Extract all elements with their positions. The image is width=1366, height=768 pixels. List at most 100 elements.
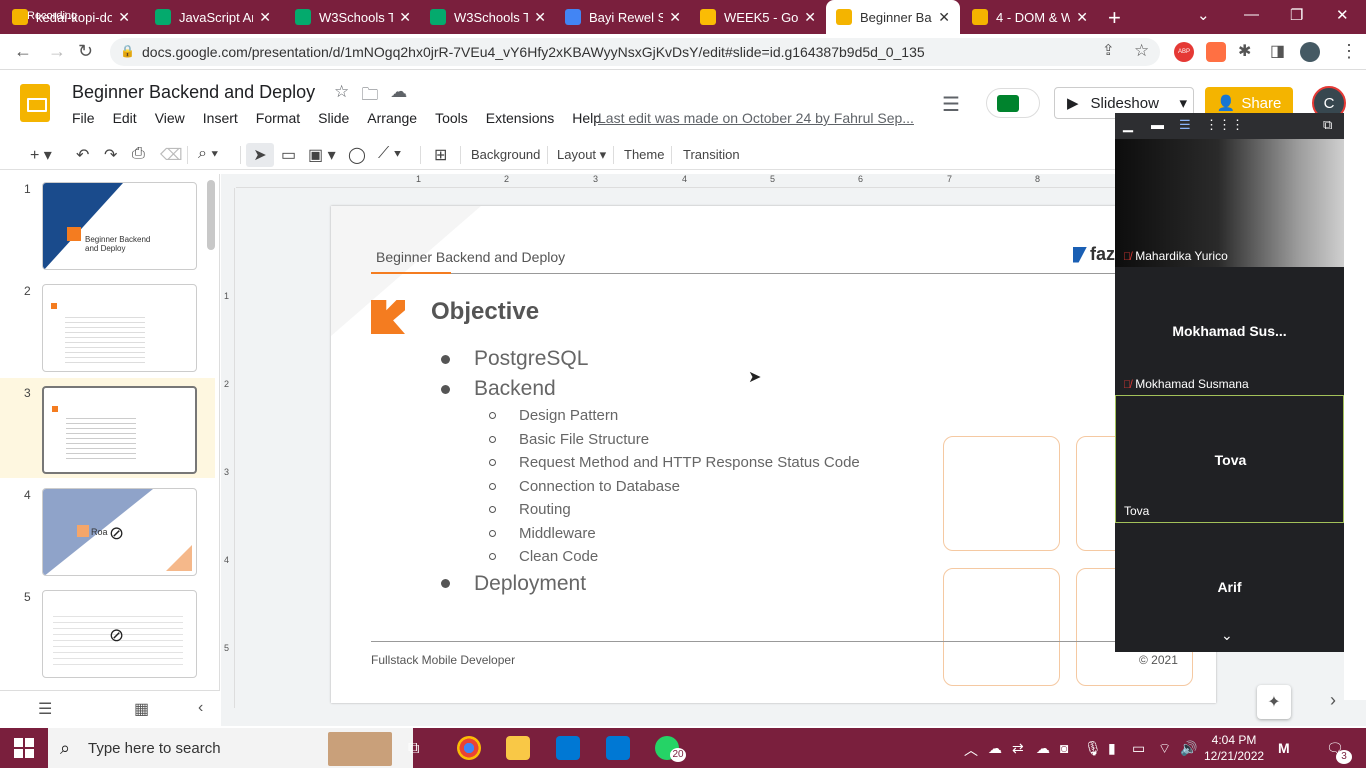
browser-tab[interactable]: WEEK5 - Goo ✕ [690, 0, 826, 34]
close-icon[interactable]: ✕ [1076, 9, 1088, 26]
slide-thumbnail[interactable]: Beginner Backend and Deploy [42, 182, 197, 270]
menu-extensions[interactable]: Extensions [486, 110, 563, 126]
text-box-icon[interactable]: ▭ [281, 145, 296, 165]
paint-format-icon[interactable]: ⌫ [160, 145, 183, 165]
store-icon[interactable] [556, 736, 580, 760]
filmstrip-item-selected[interactable]: 3 [0, 378, 215, 478]
chevron-down-icon[interactable]: ⌄ [1221, 627, 1233, 644]
cloud-status-icon[interactable]: ☁ [390, 82, 407, 111]
profile-avatar[interactable] [1300, 42, 1320, 62]
comments-icon[interactable]: ☰ [942, 92, 960, 117]
theme-button[interactable]: Theme [624, 147, 664, 162]
collapse-panel-icon[interactable]: ‹ [198, 699, 203, 717]
undo-icon[interactable]: ↶ [76, 145, 89, 165]
display-icon[interactable]: ▭ [1132, 740, 1145, 757]
star-icon[interactable]: ☆ [334, 82, 349, 111]
extension-icon[interactable] [1206, 42, 1226, 62]
onedrive-icon[interactable]: ☁ [1036, 740, 1050, 757]
layout-small-icon[interactable]: ▬ [1151, 117, 1164, 132]
filmstrip-scrollbar[interactable] [207, 180, 215, 250]
close-icon[interactable]: ✕ [399, 9, 411, 26]
transfer-icon[interactable]: ⇄ [1012, 740, 1024, 757]
close-icon[interactable]: ✕ [669, 9, 681, 26]
menu-edit[interactable]: Edit [113, 110, 146, 126]
adblock-icon[interactable]: ABP [1174, 42, 1194, 62]
explore-icon[interactable]: ✦ [1257, 685, 1291, 719]
grid-view-icon[interactable]: ▦ [134, 699, 149, 719]
system-clock[interactable]: 4:04 PM 12/21/2022 [1204, 732, 1264, 764]
usb-icon[interactable]: ▮ [1108, 740, 1116, 757]
back-icon[interactable]: ← [14, 41, 32, 62]
browser-tab[interactable]: W3Schools Tr ✕ [420, 0, 556, 34]
close-icon[interactable]: ✕ [259, 9, 271, 26]
layout-button[interactable]: Layout ▾ [557, 147, 606, 163]
filmstrip-item[interactable]: 4 Roa ⊘ [0, 480, 215, 580]
menu-file[interactable]: File [72, 110, 104, 126]
menu-slide[interactable]: Slide [318, 110, 358, 126]
bullet-list[interactable]: PostgreSQL Backend Design Pattern Basic … [441, 344, 860, 599]
browser-tab[interactable]: W3Schools Tr ✕ [285, 0, 421, 34]
mail-icon[interactable] [606, 736, 630, 760]
close-icon[interactable]: ✕ [938, 9, 950, 26]
volume-icon[interactable]: 🔊 [1180, 740, 1197, 757]
layout-sidebar-icon[interactable]: ☰ [1179, 117, 1191, 133]
forward-icon[interactable]: → [48, 41, 66, 62]
filmstrip-item[interactable]: 2 [0, 276, 215, 376]
close-icon[interactable]: ✕ [534, 9, 546, 26]
current-slide[interactable]: Beginner Backend and Deploy faz Objectiv… [331, 206, 1216, 703]
meet-button[interactable] [986, 88, 1040, 118]
participant-tile[interactable]: Mokhamad Sus... 🎙̸ Mokhamad Susmana [1115, 267, 1344, 395]
meet-tray-icon[interactable]: M [1278, 740, 1290, 756]
background-button[interactable]: Background [471, 147, 540, 162]
browser-tab[interactable]: JavaScript Ar ✕ [145, 0, 281, 34]
puzzle-icon[interactable]: ✱ [1238, 41, 1251, 61]
menu-insert[interactable]: Insert [203, 110, 247, 126]
address-bar[interactable]: 🔒 docs.google.com/presentation/d/1mNOgq2… [110, 38, 1160, 66]
slides-logo-icon[interactable] [20, 84, 50, 122]
chevron-down-icon[interactable]: ▾ [1179, 94, 1187, 112]
close-window-icon[interactable]: ✕ [1336, 6, 1349, 24]
file-explorer-icon[interactable] [506, 736, 530, 760]
restore-icon[interactable]: ❐ [1290, 6, 1303, 24]
chevron-up-icon[interactable]: ︿ [964, 740, 978, 760]
filmstrip-item[interactable]: 1 Beginner Backend and Deploy [0, 174, 215, 274]
redo-icon[interactable]: ↷ [104, 145, 117, 165]
camera-icon[interactable]: ◙ [1060, 740, 1068, 756]
move-folder-icon[interactable]: 🗀 [361, 82, 378, 111]
slide-thumbnail[interactable] [42, 386, 197, 474]
new-tab-icon[interactable]: + [1108, 5, 1121, 31]
minimize-icon[interactable]: ▁ [1123, 117, 1133, 133]
minimize-icon[interactable]: — [1244, 6, 1259, 23]
select-cursor-icon[interactable]: ➤ [246, 143, 274, 167]
close-icon[interactable]: ✕ [804, 9, 816, 26]
slide-thumbnail[interactable]: ⊘ [42, 590, 197, 678]
document-title[interactable]: Beginner Backend and Deploy [72, 82, 315, 103]
browser-tab[interactable]: 4 - DOM & W ✕ [962, 0, 1098, 34]
menu-tools[interactable]: Tools [435, 110, 477, 126]
list-view-icon[interactable]: ☰ [38, 699, 52, 719]
windows-start-icon[interactable] [14, 738, 34, 758]
menu-format[interactable]: Format [256, 110, 309, 126]
transition-button[interactable]: Transition [683, 147, 740, 162]
share-page-icon[interactable]: ⇪ [1102, 41, 1115, 59]
cloud-icon[interactable]: ☁ [988, 740, 1002, 757]
menu-arrange[interactable]: Arrange [367, 110, 426, 126]
chrome-icon[interactable] [457, 736, 481, 760]
line-icon[interactable]: ⟋ ▾ [378, 145, 401, 163]
zoom-icon[interactable]: ⌕ ▾ [198, 145, 218, 163]
pop-out-icon[interactable]: ⧉ [1323, 117, 1332, 133]
browser-tab[interactable]: kedai-kopi-do ✕ [2, 0, 140, 34]
print-icon[interactable]: ⎙ [132, 145, 145, 163]
shape-icon[interactable]: ◯ [348, 145, 366, 165]
participant-tile[interactable]: 🎙̸ Mahardika Yurico [1115, 139, 1344, 267]
last-edit-link[interactable]: Last edit was made on October 24 by Fahr… [598, 110, 914, 126]
slide-logo[interactable]: faz [1073, 244, 1115, 265]
slide-thumbnail[interactable]: Roa ⊘ [42, 488, 197, 576]
slide-footer-text[interactable]: Fullstack Mobile Developer [371, 653, 515, 667]
browser-tab-active[interactable]: Beginner Bac ✕ [826, 0, 960, 34]
slide-title[interactable]: Objective [431, 298, 539, 326]
slide-thumbnail[interactable] [42, 284, 197, 372]
microphone-icon[interactable]: 🎙 [1084, 740, 1102, 757]
taskbar-search[interactable]: ⌕ Type here to search [48, 728, 413, 768]
menu-icon[interactable]: ⋮ [1340, 41, 1358, 62]
